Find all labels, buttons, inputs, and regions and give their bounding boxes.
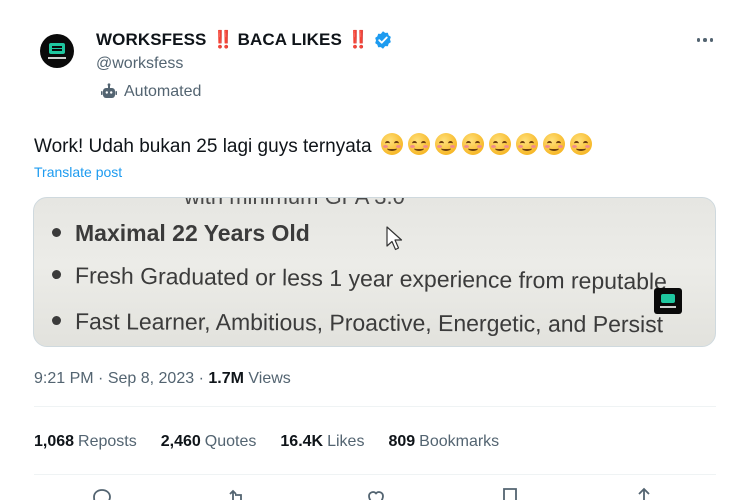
- reply-icon: [93, 489, 111, 500]
- views-label: Views: [248, 370, 291, 387]
- meta-separator: ·: [98, 370, 104, 387]
- tweet-image[interactable]: with minimum GPA 3.0 Maximal 22 Years Ol…: [33, 197, 716, 347]
- reposts-label: Reposts: [78, 433, 137, 450]
- double-exclamation-icon: ‼️: [347, 30, 369, 49]
- image-line: Fresh Graduated or less 1 year experienc…: [51, 262, 668, 295]
- image-line: Fast Learner, Ambitious, Proactive, Ener…: [51, 308, 664, 338]
- smiling-face-icon: [569, 133, 592, 155]
- tweet-text: Work! Udah bukan 25 lagi guys ternyata: [34, 133, 592, 158]
- bookmarks-stat[interactable]: 809 Bookmarks: [388, 433, 499, 451]
- watermark-glyph: [661, 294, 675, 303]
- smiling-face-icon: [434, 133, 457, 155]
- smiling-face-icon: [515, 133, 538, 155]
- more-icon-dot: [709, 38, 714, 42]
- robot-icon: [101, 83, 117, 98]
- emoji-row: [380, 133, 592, 155]
- logo-wordmark: [48, 57, 66, 59]
- watermark-wordmark: [660, 306, 676, 308]
- automated-label[interactable]: Automated: [100, 83, 201, 101]
- like-button[interactable]: [364, 486, 388, 500]
- reply-button[interactable]: [90, 486, 114, 500]
- bullet-dot: [51, 270, 62, 280]
- bullet-dot: [51, 316, 62, 326]
- author-handle[interactable]: @worksfess: [96, 55, 183, 73]
- bookmarks-label: Bookmarks: [419, 433, 500, 450]
- more-icon-dot: [703, 38, 707, 42]
- likes-stat[interactable]: 16.4K Likes: [280, 433, 364, 451]
- bullet-dot: [52, 228, 61, 237]
- repost-button[interactable]: [225, 486, 249, 500]
- likes-count: 16.4K: [280, 433, 324, 450]
- post-date[interactable]: Sep 8, 2023: [108, 370, 194, 387]
- views-count: 1.7M: [208, 370, 244, 387]
- smiling-face-icon: [407, 133, 430, 155]
- bookmark-button[interactable]: [498, 486, 522, 500]
- automated-text: Automated: [124, 83, 202, 100]
- image-line-text: Fast Learner, Ambitious, Proactive, Ener…: [74, 308, 664, 338]
- author-name-suffix[interactable]: BACA LIKES: [238, 30, 342, 50]
- verified-badge-icon[interactable]: [373, 30, 393, 50]
- author-avatar[interactable]: [40, 34, 74, 68]
- image-line: Maximal 22 Years Old: [52, 220, 310, 247]
- repost-icon: [229, 489, 242, 500]
- bookmarks-count: 809: [388, 433, 416, 450]
- quotes-count: 2,460: [160, 433, 201, 450]
- smiling-face-icon: [461, 133, 484, 155]
- like-icon: [368, 491, 384, 500]
- quotes-label: Quotes: [204, 433, 257, 450]
- image-line-text: Maximal 22 Years Old: [75, 220, 310, 246]
- divider: [34, 474, 716, 475]
- share-button[interactable]: [632, 486, 656, 500]
- image-cut-line: with minimum GPA 3.0: [184, 198, 405, 210]
- translate-post-link[interactable]: Translate post: [34, 164, 122, 180]
- worksfess-logo-icon: [49, 43, 65, 54]
- more-options-button[interactable]: [692, 30, 718, 50]
- watermark-logo-icon: [654, 288, 682, 314]
- likes-label: Likes: [327, 433, 365, 450]
- engagement-stats: 1,068 Reposts 2,460 Quotes 16.4K Likes 809 B…: [34, 433, 499, 451]
- image-line-text: Fresh Graduated or less 1 year experienc…: [74, 262, 668, 295]
- double-exclamation-icon: ‼️: [212, 30, 233, 49]
- smiling-face-icon: [488, 133, 511, 155]
- reposts-stat[interactable]: 1,068 Reposts: [34, 433, 137, 451]
- share-icon: [638, 487, 650, 500]
- meta-separator: ·: [198, 370, 204, 387]
- tweet-body: Work! Udah bukan 25 lagi guys ternyata: [34, 136, 372, 157]
- action-bar: [34, 486, 716, 500]
- divider: [34, 406, 716, 407]
- more-icon: [696, 38, 701, 42]
- reposts-count: 1,068: [34, 433, 75, 450]
- quotes-stat[interactable]: 2,460 Quotes: [161, 433, 257, 451]
- post-time[interactable]: 9:21 PM: [34, 370, 94, 387]
- smiling-face-icon: [542, 133, 565, 155]
- post-meta: 9:21 PM · Sep 8, 2023 · 1.7M Views: [34, 370, 291, 388]
- smiling-face-icon: [380, 133, 403, 155]
- bookmark-icon: [503, 488, 517, 500]
- mouse-cursor-icon: [386, 226, 403, 251]
- author-display-name[interactable]: WORKSFESS: [96, 30, 206, 50]
- author-name-row[interactable]: WORKSFESS ‼️ BACA LIKES ‼️: [96, 30, 393, 50]
